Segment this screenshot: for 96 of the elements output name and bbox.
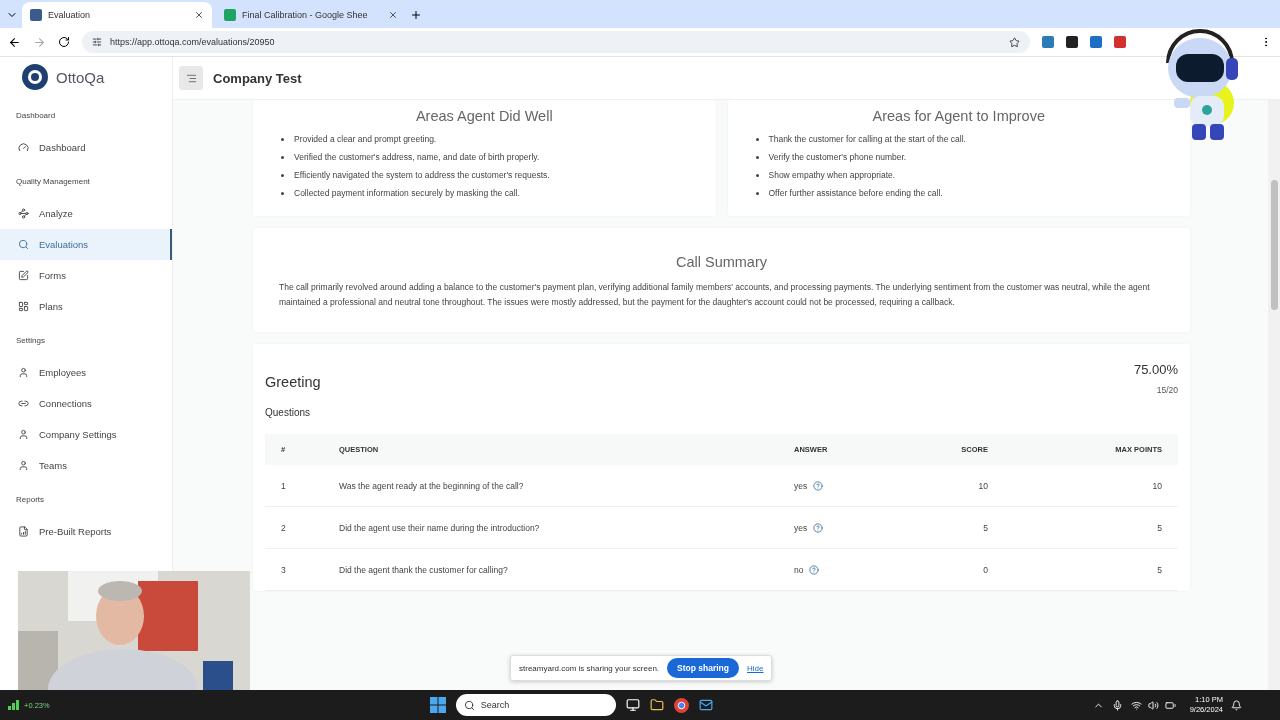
notification-icon[interactable] [1231, 699, 1242, 711]
table-cell: yes [794, 465, 914, 507]
user-icon [18, 367, 29, 378]
feedback-item: Verify the customer's phone number. [768, 152, 907, 162]
bullet-icon [755, 137, 759, 141]
table-cell: 5 [1004, 507, 1178, 549]
bullet-icon [281, 155, 284, 159]
sidebar-heading: Settings [15, 335, 46, 347]
sidebar-item[interactable]: Forms [0, 260, 172, 291]
table-cell: 3 [265, 549, 339, 591]
sidebar-item[interactable]: Connections [0, 388, 172, 419]
search-icon [18, 239, 29, 250]
search-icon [463, 699, 475, 711]
monitor-icon[interactable] [625, 698, 640, 712]
wifi-icon[interactable] [1130, 699, 1142, 711]
table-cell: Was the agent ready at the beginning of the call? [339, 465, 794, 507]
menu-icon [185, 72, 197, 84]
sidebar-item[interactable]: Plans [0, 291, 172, 322]
stop-sharing-button[interactable]: Stop sharing [667, 658, 739, 678]
sidebar-item[interactable]: Dashboard [0, 132, 172, 163]
taskbar-search[interactable]: Search [455, 694, 616, 716]
feedback-item: Show empathy when appropriate. [768, 170, 896, 180]
sidebar-heading: Reports [15, 494, 45, 506]
table-cell: 10 [1004, 465, 1178, 507]
feedback-item: Thank the customer for calling at the start of the call. [768, 134, 966, 144]
sidebar-heading: Dashboard [15, 110, 57, 122]
user-icon [18, 429, 29, 440]
feedback-item: Provided a clear and prompt greeting. [294, 134, 437, 144]
extension-icon[interactable] [1066, 36, 1078, 48]
browser-tab[interactable]: Final Calibration - Google Shee [216, 2, 406, 28]
site-icon [30, 9, 42, 21]
battery-icon[interactable] [1164, 699, 1176, 711]
sidebar-item[interactable]: Evaluations [0, 229, 172, 260]
bullet-icon [281, 191, 284, 195]
close-icon[interactable] [194, 10, 204, 20]
menu-button[interactable] [179, 66, 203, 90]
table-cell: Did the agent use their name during the introduction? [339, 507, 794, 549]
logo-icon [22, 64, 48, 90]
bookmark-icon[interactable] [1009, 36, 1020, 48]
user-icon [18, 460, 29, 471]
mic-icon[interactable] [1111, 699, 1123, 711]
sidebar-heading: Quality Management [15, 176, 91, 188]
table-cell: 5 [1004, 549, 1178, 591]
edit-icon [18, 270, 29, 281]
feedback-item: Efficiently navigated the system to address the customer's requests. [294, 170, 550, 180]
bullet-icon [281, 137, 284, 141]
table-cell: 5 [914, 507, 1004, 549]
browser-tab[interactable]: Evaluation [22, 2, 212, 28]
bullet-icon [755, 173, 759, 177]
sidebar-item[interactable]: Company Settings [0, 419, 172, 450]
report-icon [18, 526, 29, 537]
url-text: https://app.ottoqa.com/evaluations/20950 [110, 37, 275, 47]
section-title: Greeting [265, 374, 321, 390]
table-cell: no [794, 549, 914, 591]
summary-text: The call primarily revolved around adding a balance to the customer's payment plan, verifying additional family members' accounts, and processing payments. The underlying sentiment from the customer was neutral, while the agent maintained a professional and neutral tone throughout. The issues were mostly addressed, but the payment for the daughter's account could not be processed, requiring a callback. [279, 281, 1151, 309]
site-settings-icon[interactable] [92, 37, 102, 47]
gauge-icon [18, 142, 29, 153]
subheading: Questions [265, 407, 312, 418]
new-tab-icon[interactable] [410, 9, 422, 21]
close-icon[interactable] [388, 10, 398, 20]
card-title: Areas for Agent to Improve [871, 108, 1046, 124]
back-icon[interactable] [8, 35, 21, 49]
scrollbar[interactable] [1268, 100, 1280, 690]
browser-icon[interactable] [673, 697, 689, 713]
card-title: Call Summary [674, 254, 768, 270]
table-cell: 2 [265, 507, 339, 549]
feedback-item: Collected payment information securely by masking the call. [294, 188, 520, 198]
windows-icon[interactable] [429, 697, 446, 713]
reload-icon[interactable] [58, 36, 70, 48]
bullet-icon [281, 173, 284, 177]
section-percent: 75.00% [1133, 362, 1178, 377]
feedback-item: Offer further assistance before ending the call. [768, 188, 943, 198]
table-cell: 1 [265, 465, 339, 507]
table-cell: yes [794, 507, 914, 549]
feedback-item: Verified the customer's address, name, and date of birth properly. [294, 152, 540, 162]
page-title: Company Test [213, 70, 302, 86]
sidebar-item[interactable]: Analyze [0, 198, 172, 229]
mail-icon[interactable] [698, 698, 713, 712]
sidebar-item[interactable]: Teams [0, 450, 172, 481]
bullet-icon [755, 191, 759, 195]
logo-text: OttoQa [56, 68, 105, 86]
sidebar-item[interactable]: Employees [0, 357, 172, 388]
sharing-message: streamyard.com is sharing your screen. [519, 663, 660, 673]
address-bar[interactable]: https://app.ottoqa.com/evaluations/20950 [82, 31, 1030, 53]
sidebar-item[interactable]: Pre-Built Reports [0, 516, 172, 547]
link-icon [18, 398, 29, 409]
table-cell: Did the agent thank the customer for calling? [339, 549, 794, 591]
sheet-icon [224, 9, 236, 21]
volume-icon[interactable] [1147, 699, 1159, 711]
card-title: Areas Agent Did Well [414, 108, 554, 124]
folder-icon[interactable] [649, 698, 664, 712]
bullet-icon [755, 155, 759, 159]
hide-link[interactable]: Hide [747, 663, 764, 673]
section-points: 15/20 [1155, 385, 1178, 395]
table-cell: 10 [914, 465, 1004, 507]
table-cell: 0 [914, 549, 1004, 591]
